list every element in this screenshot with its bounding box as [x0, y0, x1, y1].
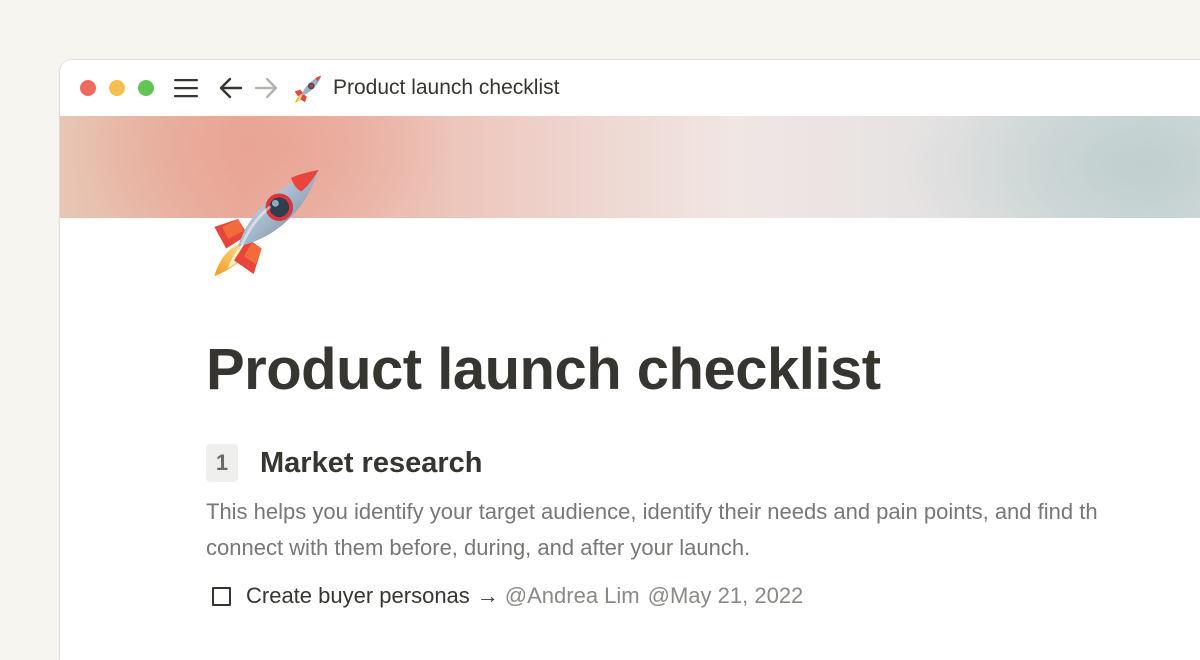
todo-item: Create buyer personas → @Andrea Lim @May…	[212, 580, 803, 612]
close-window-button[interactable]	[80, 80, 96, 96]
section-description[interactable]: This helps you identify your target audi…	[206, 494, 1200, 566]
date-mention[interactable]: @May 21, 2022	[648, 583, 804, 609]
description-line: connect with them before, during, and af…	[206, 535, 751, 560]
window-title: Product launch checklist	[333, 76, 560, 99]
minimize-window-button[interactable]	[109, 80, 125, 96]
description-line: This helps you identify your target audi…	[206, 499, 1098, 524]
todo-checkbox[interactable]	[212, 586, 231, 606]
page-icon-rocket-emoji[interactable]	[205, 162, 330, 280]
rocket-emoji	[294, 75, 322, 103]
title-bar: Product launch checklist	[60, 60, 1200, 116]
section-heading[interactable]: Market research	[260, 444, 482, 482]
assignee-mention[interactable]: @Andrea Lim	[505, 583, 640, 609]
arrow-left-icon[interactable]	[218, 76, 244, 100]
todo-label[interactable]: Create buyer personas	[246, 583, 470, 609]
arrow-right-icon[interactable]	[253, 76, 279, 100]
page-title[interactable]: Product launch checklist	[206, 330, 881, 410]
zoom-window-button[interactable]	[138, 80, 154, 96]
section-number-badge: 1	[206, 444, 238, 482]
hamburger-menu-icon[interactable]	[173, 77, 199, 99]
arrow-right-icon: →	[476, 583, 499, 608]
app-window: Product launch checklist Product launch	[60, 60, 1200, 660]
